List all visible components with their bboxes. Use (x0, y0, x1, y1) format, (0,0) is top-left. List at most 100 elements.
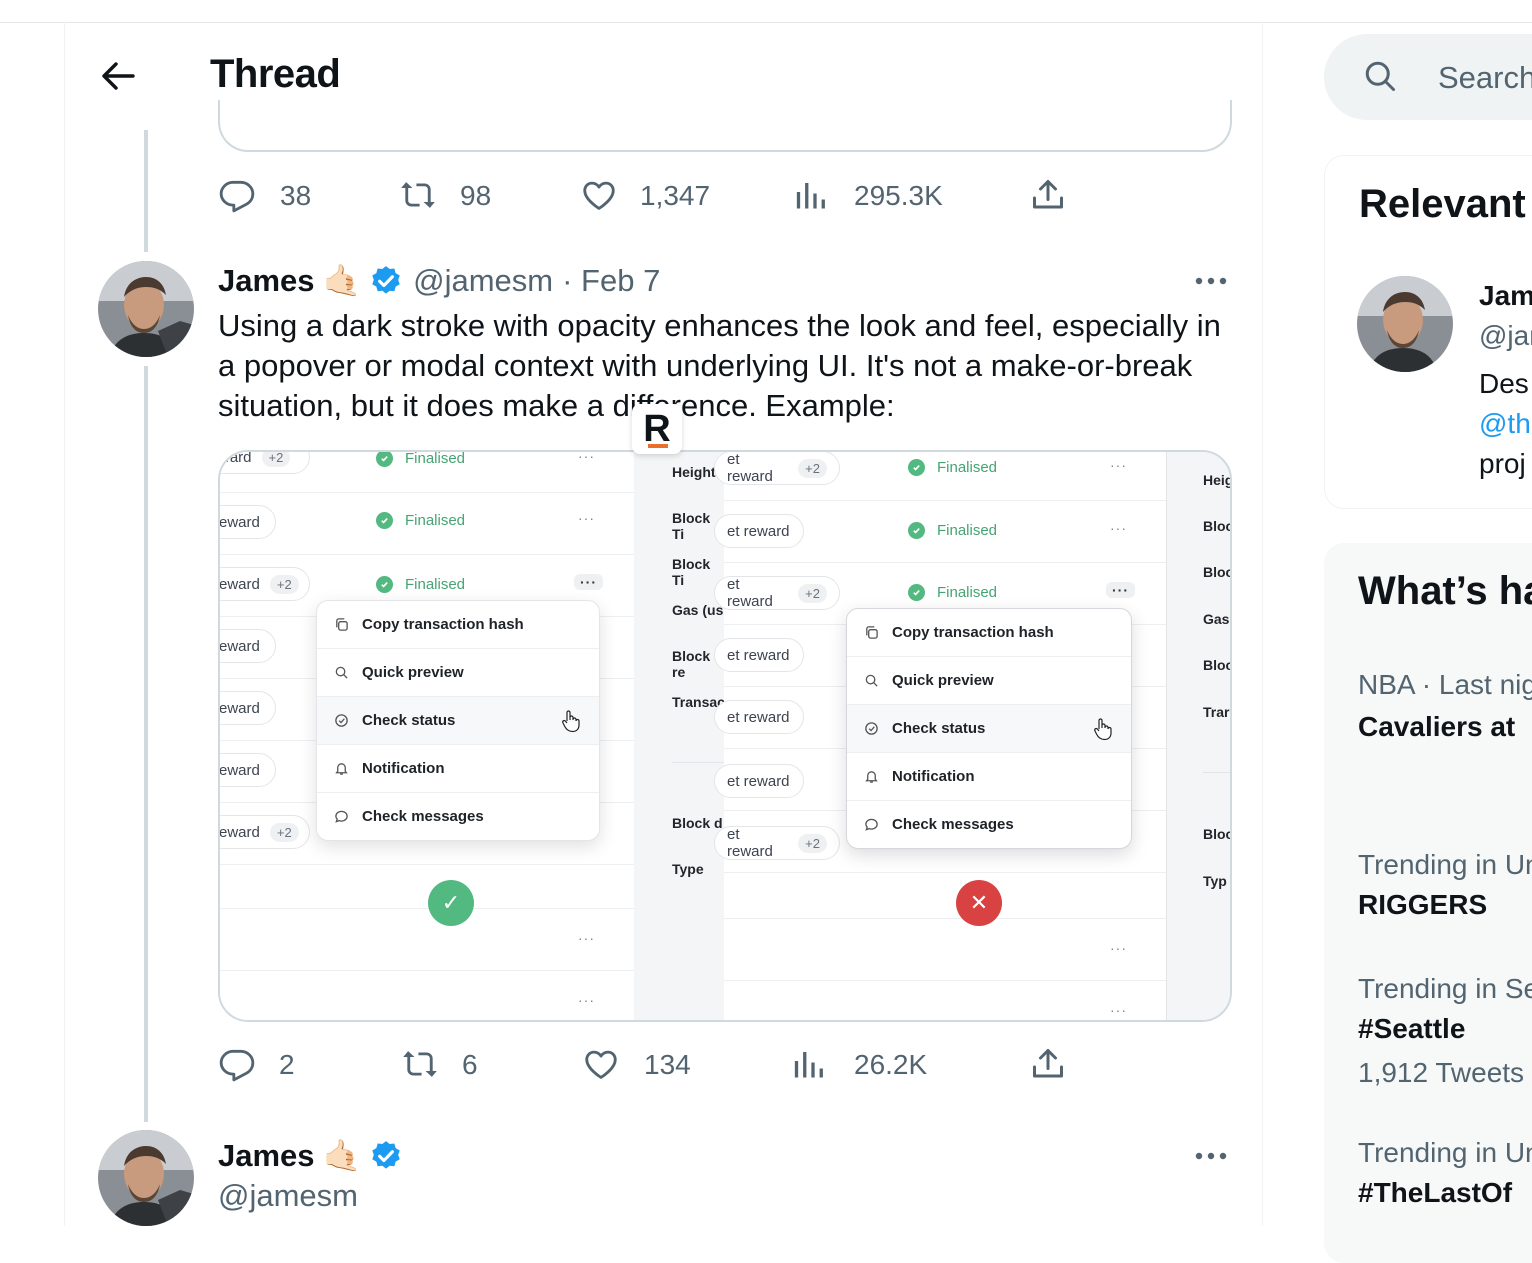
row-more-icon: ··· (574, 574, 603, 590)
side-label: Gas (1203, 611, 1230, 627)
thread-line (144, 130, 148, 252)
status-finalised: Finalised (376, 512, 465, 529)
tweet-text: Using a dark stroke with opacity enhance… (218, 308, 1221, 423)
retweet-icon (401, 182, 435, 208)
status-finalised: Finalised (908, 459, 997, 476)
retweet-icon (403, 1051, 437, 1077)
tweet-actions: 2 6 134 26.2K (218, 1045, 1118, 1085)
like-button[interactable]: 134 (582, 1045, 691, 1083)
name-emoji: 🤙🏻 (322, 263, 362, 298)
relevant-bio-link[interactable]: @th (1479, 408, 1531, 440)
retweet-button[interactable]: 98 (398, 176, 491, 214)
side-label: Trar (1203, 704, 1230, 720)
author-name[interactable]: James (218, 263, 315, 299)
avatar[interactable] (98, 261, 194, 357)
chat-bubble-icon (863, 817, 879, 833)
author-handle[interactable]: @jamesm (218, 1178, 358, 1214)
trend-count: 1,912 Tweets (1358, 1057, 1525, 1088)
avatar[interactable] (1357, 276, 1453, 372)
name-emoji: 🤙🏻 (322, 1138, 362, 1173)
table-row: et reward +2 Finalised ··· (714, 452, 1166, 501)
menu-item-notification: Notification (317, 745, 599, 793)
trend-title[interactable]: RIGGERS (1358, 889, 1487, 921)
avatar-photo (98, 1130, 194, 1226)
side-label: Typ (1203, 873, 1227, 889)
side-label: Height (672, 464, 716, 480)
table-row: ··· (724, 918, 1166, 981)
magnifier-icon (333, 665, 349, 681)
error-icon: ✕ (956, 880, 1002, 926)
media-panel-far: Heig Bloc Bloc Gas Bloc Trar Bloc Typ (1166, 452, 1232, 1020)
row-more-icon: ··· (1106, 582, 1135, 598)
status-finalised: Finalised (908, 584, 997, 601)
popover-menu: Copy transaction hash Quick preview Chec… (846, 608, 1132, 849)
reward-chip: et reward +2 (714, 576, 840, 610)
whats-happening-panel: What’s ha NBA · Last nigl Cavaliers at T… (1324, 543, 1532, 1263)
side-label: Heig (1203, 472, 1232, 488)
more-button[interactable] (1190, 271, 1232, 291)
trend-title[interactable]: #TheLastOf (1358, 1177, 1512, 1209)
relevant-name[interactable]: Jam (1479, 280, 1532, 312)
tweet-handle-line: @jamesm (218, 1178, 358, 1214)
relevant-bio: proj (1479, 448, 1526, 479)
reward-chip: eward (220, 629, 276, 663)
like-count: 134 (644, 1049, 691, 1080)
reward-chip: et reward (714, 514, 804, 548)
menu-item-notification: Notification (847, 753, 1131, 801)
views-icon (796, 183, 825, 209)
search-box[interactable]: Search (1324, 34, 1532, 120)
check-circle-icon (863, 721, 879, 737)
row-more-icon: ··· (578, 450, 595, 464)
views-icon (794, 1052, 823, 1078)
browser-top-strip (0, 0, 1532, 23)
retweet-count: 6 (462, 1049, 478, 1080)
reward-chip: et reward +2 (714, 826, 840, 860)
side-label: Type (672, 861, 704, 877)
share-button[interactable] (1030, 176, 1066, 214)
views-button[interactable]: 26.2K (792, 1045, 927, 1083)
views-count: 295.3K (854, 180, 943, 211)
trend-title[interactable]: Cavaliers at (1358, 711, 1515, 743)
menu-item-quick-preview: Quick preview (317, 649, 599, 697)
reward-chip: eward +2 (220, 567, 310, 601)
retweet-count: 98 (460, 180, 492, 211)
retweet-button[interactable]: 6 (400, 1045, 478, 1083)
relevant-handle[interactable]: @jar (1479, 320, 1532, 352)
chat-bubble-icon (333, 809, 349, 825)
relevant-bio: Des (1479, 368, 1529, 399)
author-name[interactable]: James (218, 1138, 315, 1174)
avatar-photo (98, 261, 194, 357)
avatar[interactable] (98, 1130, 194, 1226)
author-handle[interactable]: @jamesm (413, 263, 553, 299)
like-button[interactable]: 1,347 (580, 176, 710, 214)
views-button[interactable]: 295.3K (794, 176, 943, 214)
menu-item-check-status: Check status (317, 697, 599, 745)
row-more-icon: ··· (578, 930, 595, 946)
previous-tweet-card[interactable] (218, 100, 1232, 152)
hand-cursor-icon (1094, 718, 1112, 741)
reward-chip: ward +2 (220, 452, 310, 474)
table-row: et reward Finalised ··· (714, 500, 1166, 563)
side-label: Bloc (1203, 826, 1232, 842)
tweet-media[interactable]: ward +2 Finalised ··· eward Finalised ···… (218, 450, 1232, 1022)
tweet-header: James 🤙🏻 (218, 1137, 403, 1174)
share-button[interactable] (1030, 1045, 1066, 1083)
like-icon (585, 1050, 617, 1079)
menu-item-check-messages: Check messages (847, 801, 1131, 848)
menu-item-check-messages: Check messages (317, 793, 599, 840)
reward-chip: et reward (714, 638, 804, 672)
extension-logo[interactable]: R (632, 404, 682, 454)
side-label: Bloc (1203, 518, 1232, 534)
trend-title[interactable]: #Seattle (1358, 1013, 1465, 1045)
more-button[interactable] (1190, 1146, 1232, 1166)
reply-button[interactable]: 38 (218, 176, 311, 214)
relevant-heading: Relevant (1359, 182, 1526, 226)
menu-item-quick-preview: Quick preview (847, 657, 1131, 705)
back-button[interactable] (98, 56, 138, 96)
search-input[interactable]: Search (1438, 60, 1532, 96)
popover-menu: Copy transaction hash Quick preview Chec… (316, 600, 600, 841)
side-label: Bloc (1203, 564, 1232, 580)
tweet-date[interactable]: · Feb 7 (562, 263, 660, 299)
reply-icon (219, 1049, 255, 1082)
reply-button[interactable]: 2 (218, 1045, 295, 1083)
